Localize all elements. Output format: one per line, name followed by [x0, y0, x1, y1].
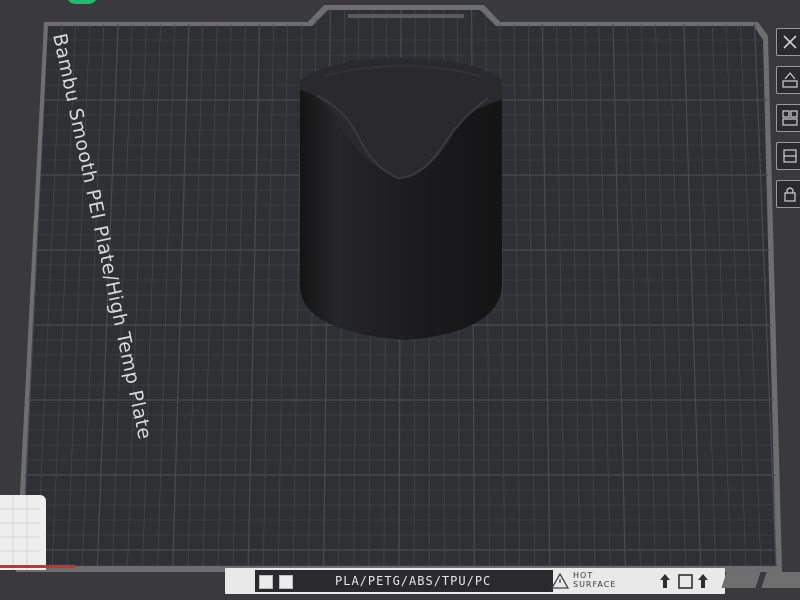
close-button[interactable] [776, 28, 800, 56]
arrange-icon [782, 110, 798, 126]
right-toolbar [768, 28, 800, 228]
plate-info-strip: PLA/PETG/ABS/TPU/PC HOT SURFACE [225, 568, 725, 594]
close-icon [783, 35, 797, 49]
qr-icon [279, 575, 293, 589]
plate-settings-icon [783, 149, 797, 163]
plate-top-notch [348, 14, 464, 18]
model-cylinder[interactable] [300, 58, 502, 340]
arrange-button[interactable] [776, 104, 800, 132]
auto-orient-icon [782, 72, 798, 88]
lock-icon [784, 187, 796, 202]
hot-surface-warning: HOT SURFACE [573, 571, 616, 589]
auto-orient-button[interactable] [776, 66, 800, 94]
plate-settings-button[interactable] [776, 142, 800, 170]
bottom-tab-1[interactable] [721, 572, 761, 588]
square-icon [678, 574, 693, 589]
warning-line-2: SURFACE [573, 580, 617, 589]
mini-grid-widget[interactable] [0, 495, 46, 570]
material-list: PLA/PETG/ABS/TPU/PC [335, 574, 492, 588]
x-axis-indicator [0, 565, 75, 568]
upload-icon [660, 574, 670, 588]
material-panel: PLA/PETG/ABS/TPU/PC [255, 570, 553, 592]
warning-icon [551, 573, 569, 589]
lock-button[interactable] [776, 180, 800, 208]
bottom-tab-2[interactable] [761, 572, 800, 588]
grid-icon [0, 495, 40, 570]
plate-type-icon [259, 575, 273, 589]
warning-line-1: HOT [573, 571, 594, 580]
3d-viewport[interactable]: Bambu Smooth PEI Plate/High Temp Plate P… [0, 0, 800, 600]
upload-icon [698, 574, 708, 588]
bottom-icons [660, 574, 708, 589]
